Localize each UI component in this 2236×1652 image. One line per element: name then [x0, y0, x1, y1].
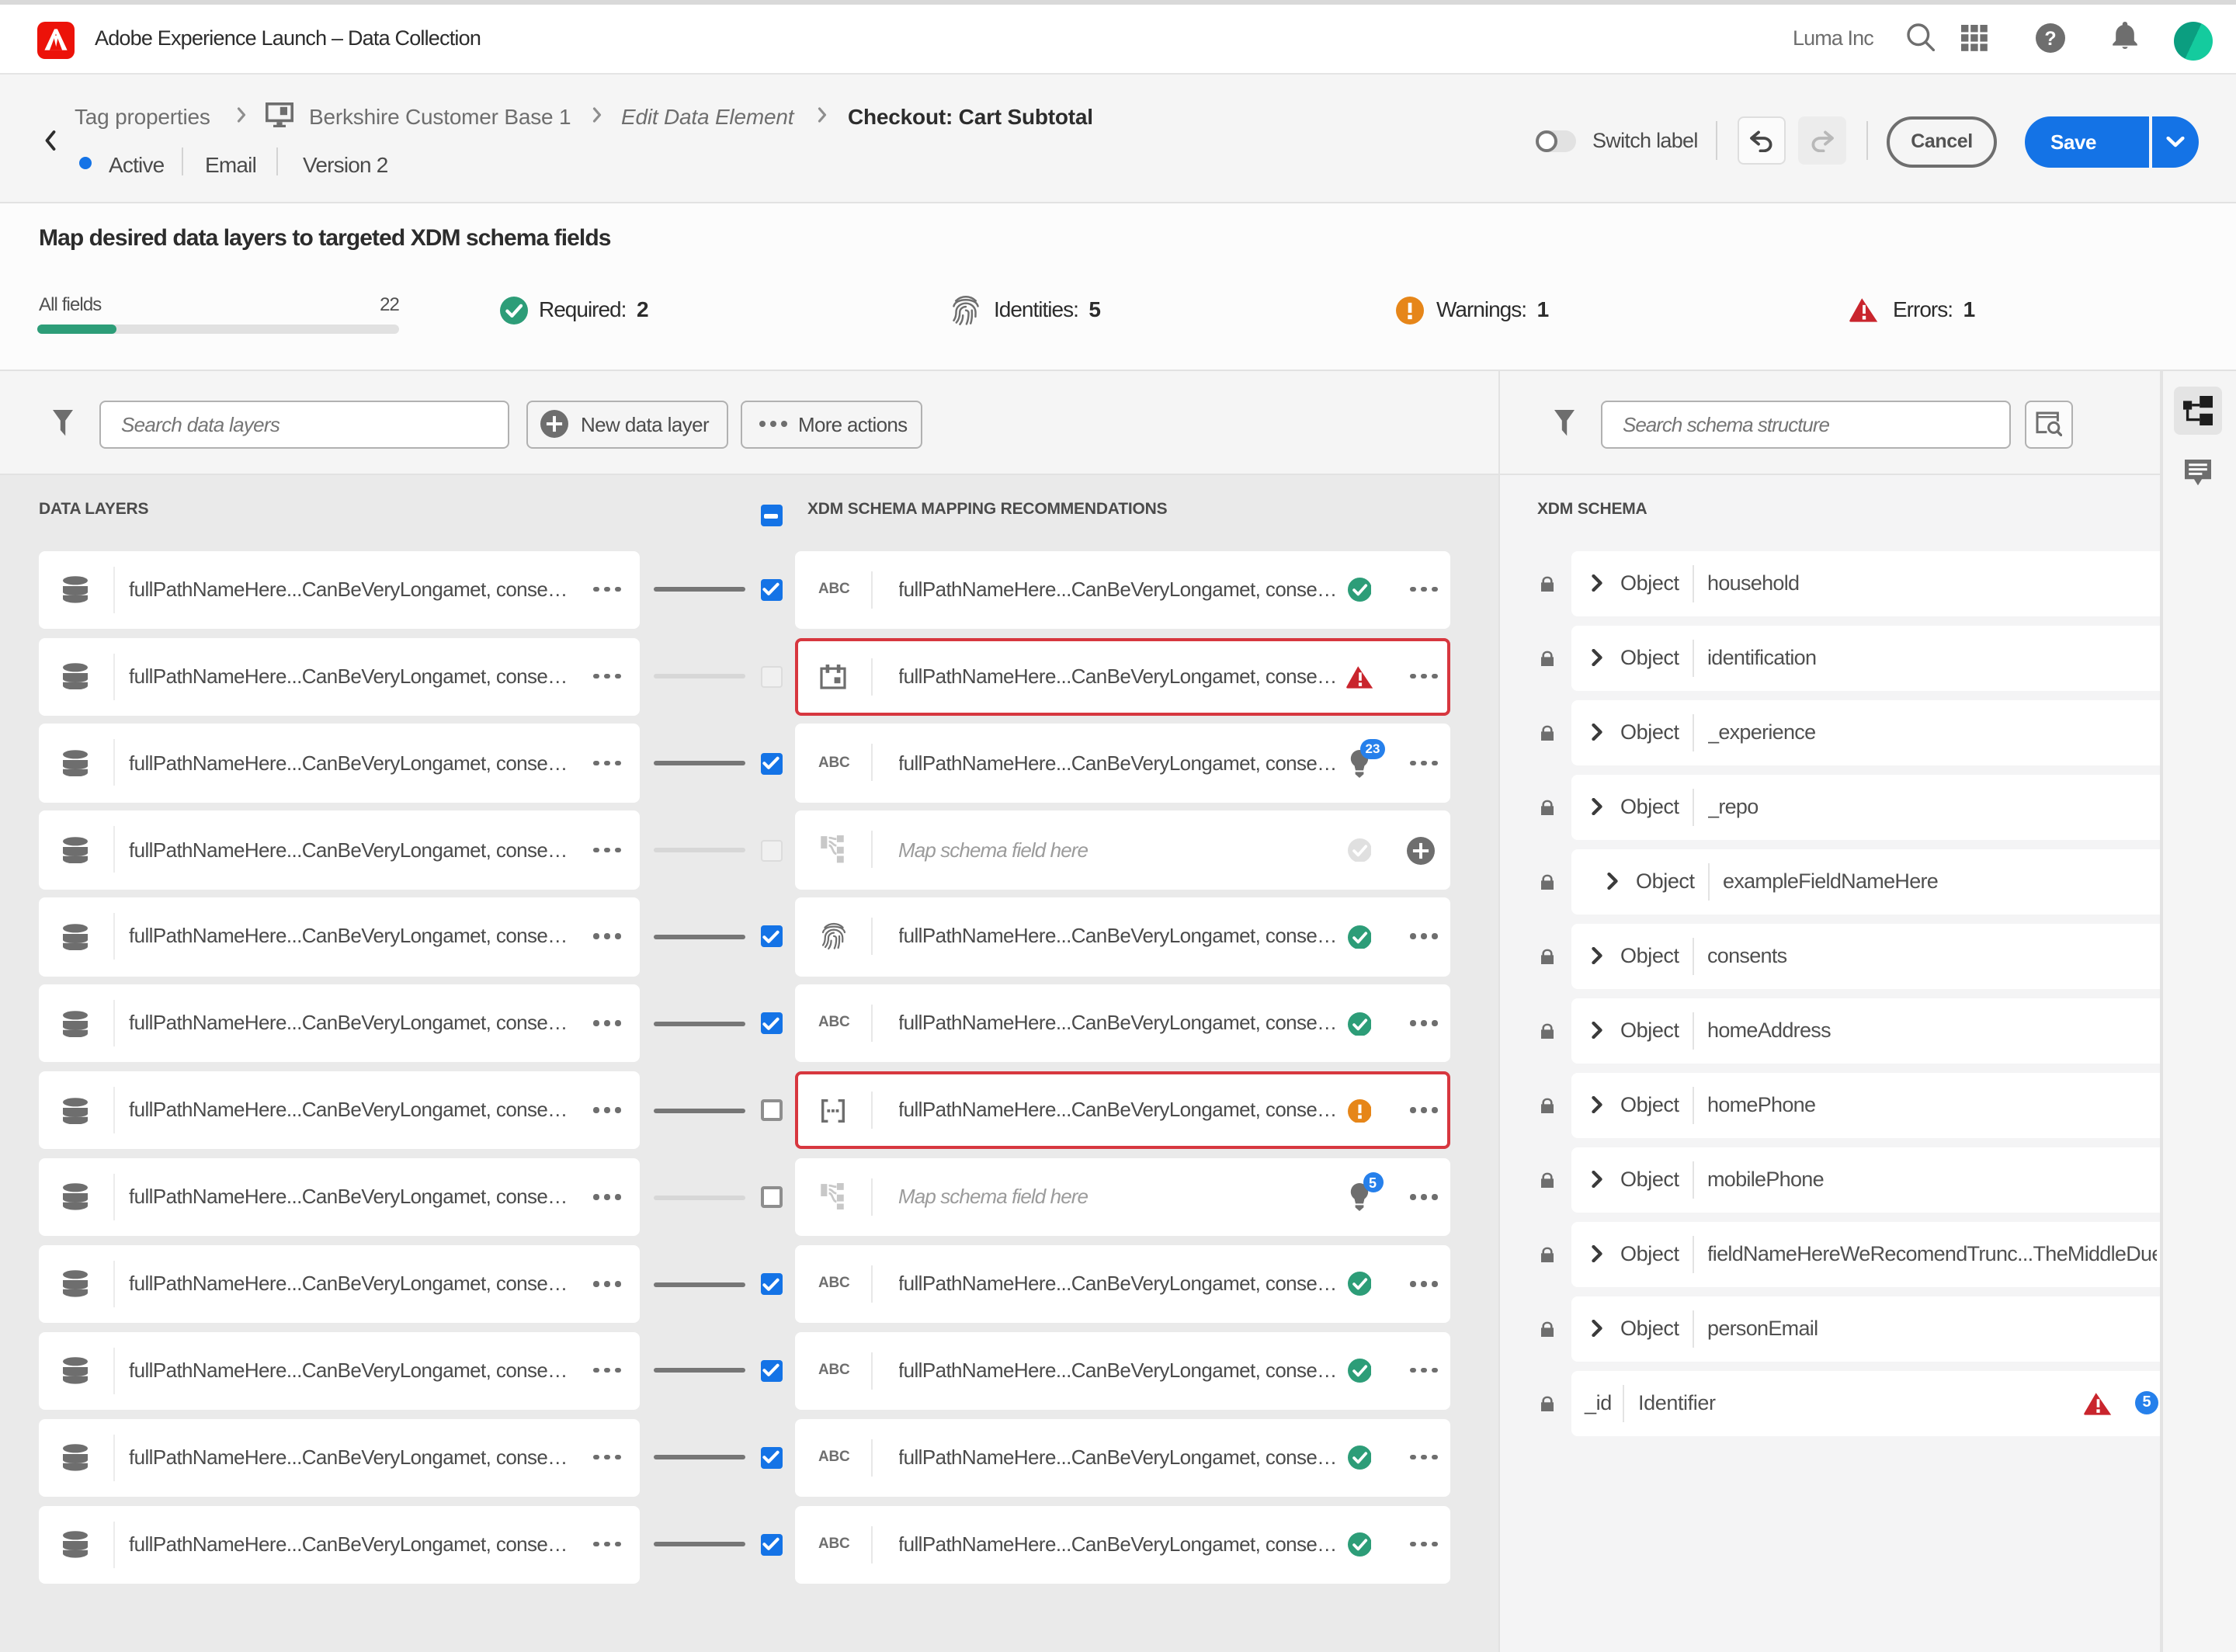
svg-text:?: ?	[2043, 27, 2055, 49]
